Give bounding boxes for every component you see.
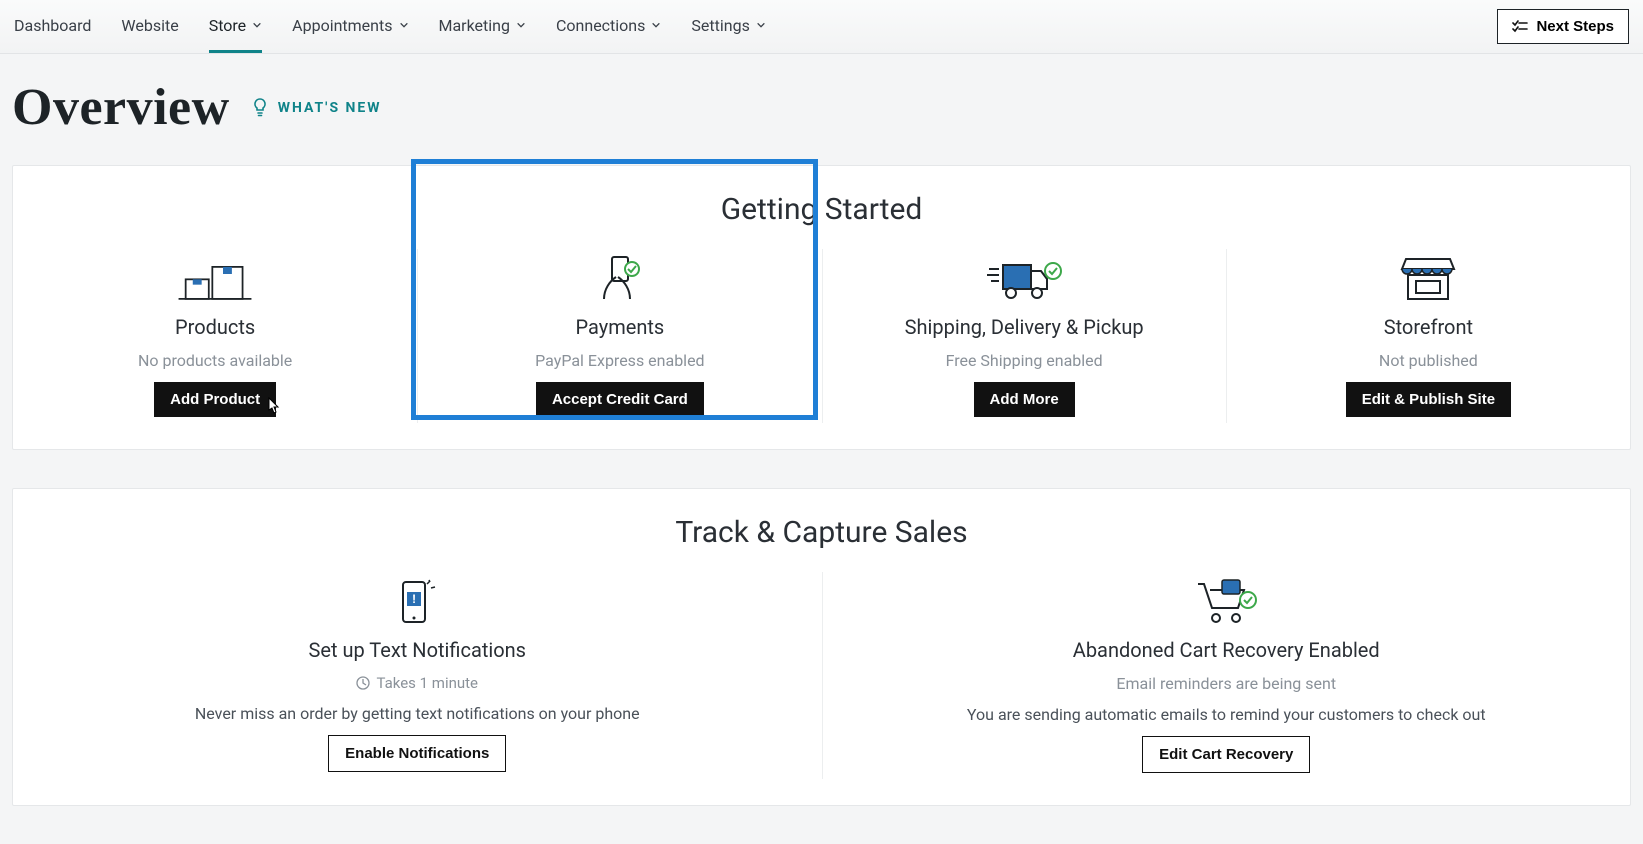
nav-label: Dashboard	[14, 16, 91, 35]
card-subtitle: Free Shipping enabled	[946, 351, 1103, 370]
card-subtitle: No products available	[138, 351, 292, 370]
storefront-icon	[1400, 255, 1456, 303]
card-meta-text: Takes 1 minute	[376, 674, 478, 692]
whats-new-link[interactable]: WHAT'S NEW	[252, 98, 382, 118]
card-meta: Takes 1 minute	[356, 674, 478, 692]
chevron-down-icon	[399, 20, 409, 30]
card-title: Abandoned Cart Recovery Enabled	[1073, 638, 1380, 662]
storefront-card: Storefront Not published Edit & Publish …	[1226, 249, 1630, 423]
edit-cart-recovery-button[interactable]: Edit Cart Recovery	[1142, 736, 1310, 773]
next-steps-button[interactable]: Next Steps	[1497, 9, 1629, 44]
panel-title: Getting Started	[13, 192, 1630, 227]
nav-appointments[interactable]: Appointments	[292, 1, 408, 53]
nav-label: Connections	[556, 16, 645, 35]
edit-publish-site-button[interactable]: Edit & Publish Site	[1346, 382, 1511, 417]
page-title: Overview	[12, 78, 230, 137]
nav-label: Store	[209, 16, 246, 35]
checklist-icon	[1512, 20, 1528, 34]
card-title: Set up Text Notifications	[309, 638, 527, 662]
card-title: Storefront	[1384, 315, 1473, 339]
card-subtitle: PayPal Express enabled	[535, 351, 704, 370]
chevron-down-icon	[252, 20, 262, 30]
chevron-down-icon	[516, 20, 526, 30]
panel-title: Track & Capture Sales	[13, 515, 1630, 550]
track-sales-panel: Track & Capture Sales ! Set up Text Noti…	[12, 488, 1631, 806]
card-description: Never miss an order by getting text noti…	[195, 704, 640, 723]
card-meta-text: Email reminders are being sent	[1116, 674, 1336, 693]
cart-recovery-icon	[1194, 578, 1258, 626]
phone-notification-icon: !	[391, 578, 443, 626]
nav-website[interactable]: Website	[121, 1, 178, 53]
clock-icon	[356, 676, 370, 690]
cart-recovery-card: Abandoned Cart Recovery Enabled Email re…	[822, 572, 1631, 779]
nav-label: Appointments	[292, 16, 392, 35]
add-more-shipping-button[interactable]: Add More	[974, 382, 1075, 417]
chevron-down-icon	[651, 20, 661, 30]
card-title: Shipping, Delivery & Pickup	[905, 315, 1144, 339]
nav-label: Marketing	[439, 16, 510, 35]
lightbulb-icon	[252, 98, 268, 118]
card-subtitle: Not published	[1379, 351, 1478, 370]
payments-card: Payments PayPal Express enabled Accept C…	[417, 249, 821, 423]
payments-icon	[590, 255, 650, 303]
add-product-button[interactable]: Add Product	[154, 382, 276, 417]
card-description: You are sending automatic emails to remi…	[967, 705, 1486, 724]
page-header: Overview WHAT'S NEW	[0, 54, 1643, 165]
next-steps-label: Next Steps	[1536, 18, 1614, 35]
whats-new-label: WHAT'S NEW	[278, 100, 382, 116]
nav-settings[interactable]: Settings	[691, 1, 765, 53]
card-title: Payments	[575, 315, 664, 339]
shipping-card: Shipping, Delivery & Pickup Free Shippin…	[822, 249, 1226, 423]
card-title: Products	[175, 315, 255, 339]
nav-store[interactable]: Store	[209, 1, 262, 53]
chevron-down-icon	[756, 20, 766, 30]
track-sales-row: ! Set up Text Notifications Takes 1 minu…	[13, 572, 1630, 779]
top-nav: Dashboard Website Store Appointments Mar…	[0, 0, 1643, 54]
products-card: Products No products available Add Produ…	[13, 249, 417, 423]
products-icon	[175, 261, 255, 303]
text-notifications-card: ! Set up Text Notifications Takes 1 minu…	[13, 572, 822, 779]
getting-started-row: Products No products available Add Produ…	[13, 249, 1630, 423]
svg-text:!: !	[413, 592, 416, 606]
nav-connections[interactable]: Connections	[556, 1, 661, 53]
enable-notifications-button[interactable]: Enable Notifications	[328, 735, 506, 772]
getting-started-panel: Getting Started Products No products ava…	[12, 165, 1631, 450]
accept-credit-card-button[interactable]: Accept Credit Card	[536, 382, 704, 417]
nav-label: Website	[121, 16, 178, 35]
nav-label: Settings	[691, 16, 749, 35]
nav-marketing[interactable]: Marketing	[439, 1, 526, 53]
shipping-icon	[985, 259, 1063, 303]
nav-dashboard[interactable]: Dashboard	[14, 1, 91, 53]
